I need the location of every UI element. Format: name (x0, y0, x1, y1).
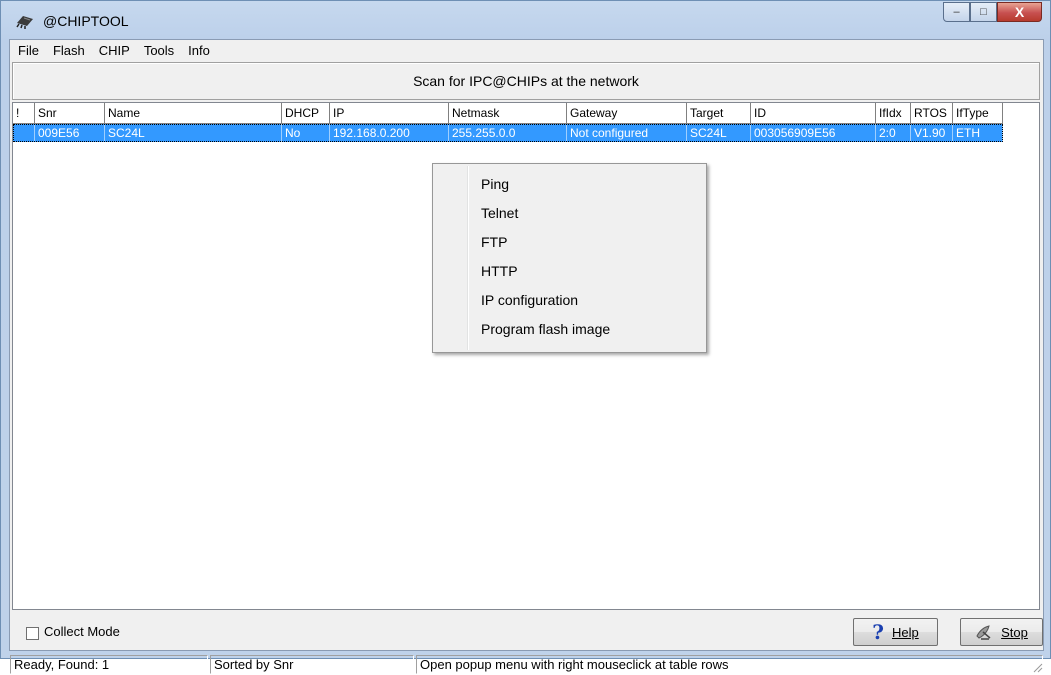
chip-app-icon (16, 16, 33, 29)
table-row[interactable]: 009E56 SC24L No 192.168.0.200 255.255.0.… (13, 124, 1003, 142)
collect-mode-label[interactable]: Collect Mode (44, 624, 120, 639)
cell-gateway: Not configured (567, 124, 687, 142)
bottom-bar: Collect Mode ? Help Stop (10, 611, 1043, 651)
cell-target: SC24L (687, 124, 751, 142)
minimize-icon: – (953, 6, 960, 18)
maximize-icon: □ (980, 6, 987, 18)
stop-button-label: Stop (1001, 624, 1028, 640)
status-hint: Open popup menu with right mouseclick at… (416, 655, 1043, 674)
cell-iftype: ETH (953, 124, 1003, 142)
column-header-flag[interactable]: ! (13, 103, 35, 124)
column-header-id[interactable]: ID (751, 103, 876, 124)
maximize-button[interactable]: □ (970, 2, 997, 22)
scan-button-label: Scan for IPC@CHIPs at the network (413, 73, 639, 89)
close-icon: X (1014, 4, 1025, 20)
column-header-ifidx[interactable]: IfIdx (876, 103, 911, 124)
column-header-gateway[interactable]: Gateway (567, 103, 687, 124)
satellite-dish-icon (976, 625, 991, 640)
column-header-rtos[interactable]: RTOS (911, 103, 953, 124)
help-button-label: Help (891, 624, 919, 640)
resize-grip-icon[interactable] (1031, 661, 1043, 673)
cell-ip: 192.168.0.200 (330, 124, 449, 142)
title-bar[interactable]: @CHIPTOOL – □ X (1, 1, 1050, 39)
context-item-http[interactable]: HTTP (481, 257, 518, 285)
cell-flag (13, 124, 35, 142)
stop-button[interactable]: Stop (960, 618, 1043, 646)
menu-chip[interactable]: CHIP (93, 43, 136, 58)
context-menu: Ping Telnet FTP HTTP IP configuration Pr… (432, 163, 707, 353)
menu-flash[interactable]: Flash (47, 43, 91, 58)
column-header-netmask[interactable]: Netmask (449, 103, 567, 124)
close-button[interactable]: X (997, 2, 1042, 22)
cell-rtos: V1.90 (911, 124, 953, 142)
status-sorted: Sorted by Snr (210, 655, 414, 674)
menu-file[interactable]: File (12, 43, 45, 58)
help-icon: ? (872, 620, 884, 644)
context-item-ip-configuration[interactable]: IP configuration (481, 286, 578, 314)
cell-snr: 009E56 (35, 124, 105, 142)
menu-tools[interactable]: Tools (138, 43, 180, 58)
context-item-telnet[interactable]: Telnet (481, 199, 518, 227)
help-button[interactable]: ? Help (853, 618, 938, 646)
cell-dhcp: No (282, 124, 330, 142)
menu-gutter (467, 166, 469, 350)
menu-info[interactable]: Info (182, 43, 216, 58)
cell-ifidx: 2:0 (876, 124, 911, 142)
collect-mode-checkbox[interactable] (26, 627, 39, 640)
column-header-ip[interactable]: IP (330, 103, 449, 124)
status-found: Ready, Found: 1 (10, 655, 208, 674)
scan-button[interactable]: Scan for IPC@CHIPs at the network (12, 62, 1040, 100)
column-header-iftype[interactable]: IfType (953, 103, 1003, 124)
window-controls: – □ X (943, 2, 1042, 23)
table-header: ! Snr Name DHCP IP Netmask Gateway Targe… (13, 103, 1003, 124)
column-header-target[interactable]: Target (687, 103, 751, 124)
column-header-name[interactable]: Name (105, 103, 282, 124)
context-item-program-flash-image[interactable]: Program flash image (481, 315, 610, 343)
column-header-dhcp[interactable]: DHCP (282, 103, 330, 124)
status-bar: Ready, Found: 1 Sorted by Snr Open popup… (10, 653, 1045, 675)
column-header-snr[interactable]: Snr (35, 103, 105, 124)
cell-name: SC24L (105, 124, 282, 142)
context-item-ftp[interactable]: FTP (481, 228, 507, 256)
cell-netmask: 255.255.0.0 (449, 124, 567, 142)
cell-id: 003056909E56 (751, 124, 876, 142)
context-item-ping[interactable]: Ping (481, 170, 509, 198)
minimize-button[interactable]: – (943, 2, 970, 22)
menu-bar: File Flash CHIP Tools Info (10, 40, 1043, 60)
window-title: @CHIPTOOL (43, 13, 129, 29)
